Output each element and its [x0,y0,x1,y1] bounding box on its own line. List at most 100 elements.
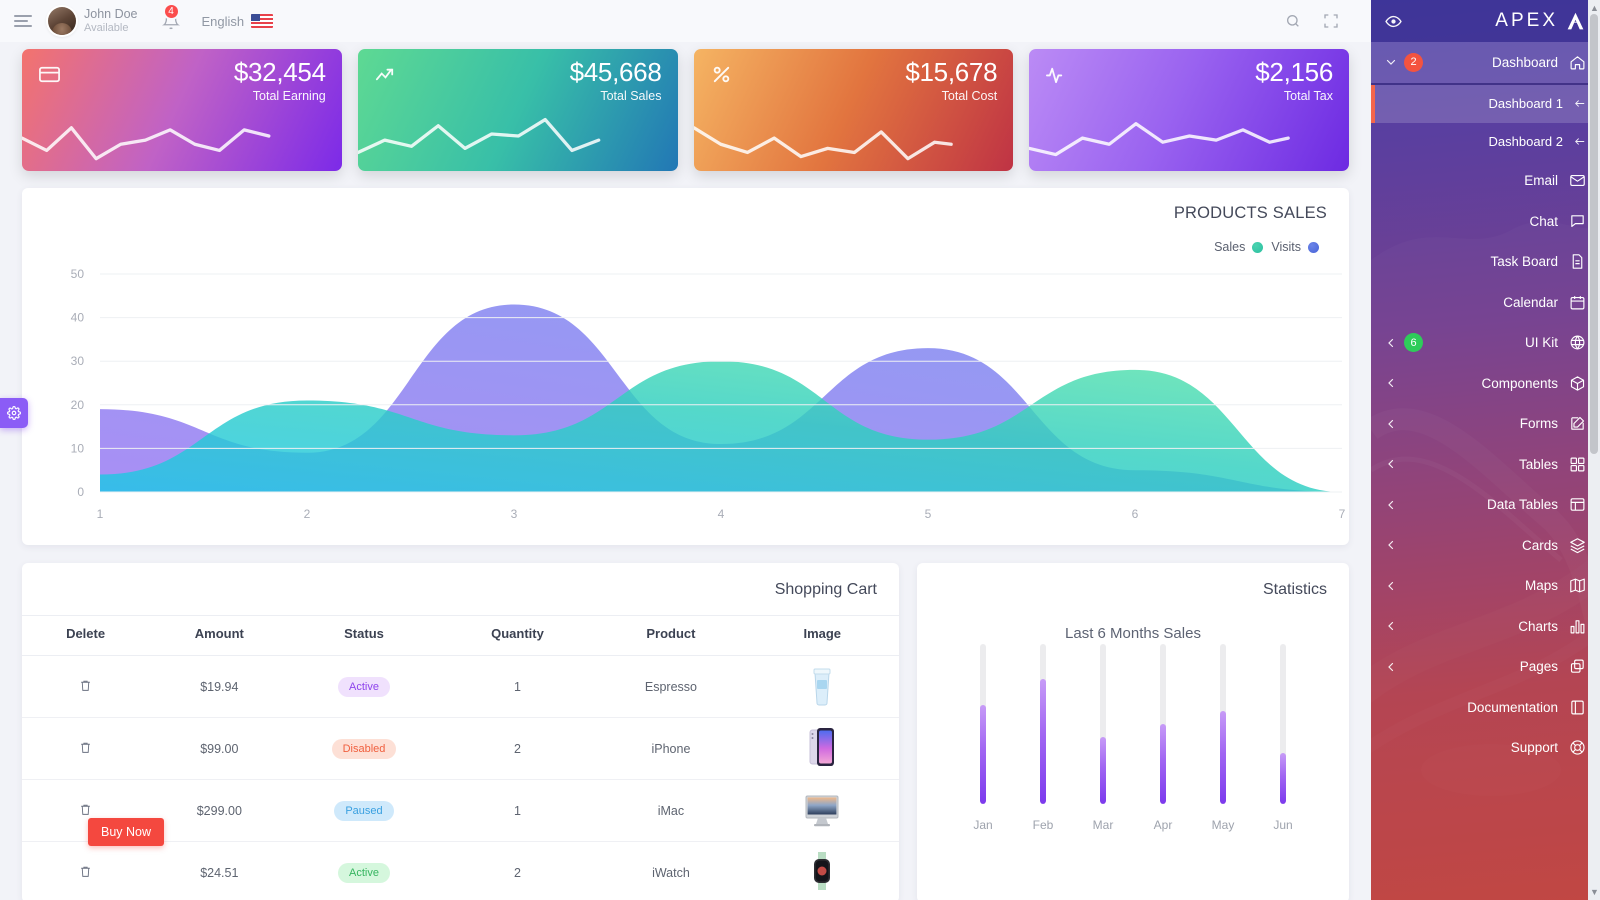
bar-label: Apr [1153,818,1173,832]
sidebar-item-label: Components [1481,375,1558,391]
bar-fill [980,704,986,804]
chevron-left-icon[interactable] [1385,620,1397,632]
bar-column-feb[interactable]: Feb [1023,644,1063,832]
sidebar: APEX 2 Dashboard Dashboard 1 Dashboard 2 Ema… [1371,0,1600,900]
scrollbar-thumb[interactable] [1590,14,1598,454]
sidebar-item-email[interactable]: Email [1371,161,1600,202]
chevron-left-icon[interactable] [1385,337,1397,349]
bar-column-may[interactable]: May [1203,644,1243,832]
products-sales-card: PRODUCTS SALES Sales Visits 0 10 20 30 40 50 1… [22,188,1349,545]
cell-amount: $99.00 [149,717,290,780]
sidebar-item-chat[interactable]: Chat [1371,201,1600,242]
svg-text:10: 10 [71,441,85,455]
stat-card-total-cost[interactable]: $15,678 Total Cost [693,49,1014,171]
sidebar-item-maps[interactable]: Maps [1371,566,1600,607]
scroll-down-arrow[interactable]: ▼ [1590,887,1599,897]
bottom-row: Shopping Cart Delete Amount Status Quant… [0,545,1371,900]
chevron-left-icon[interactable] [1385,418,1397,430]
sidebar-item-documentation[interactable]: Documentation [1371,687,1600,728]
stat-card-total-sales[interactable]: $45,668 Total Sales [357,49,678,171]
legend-item-visits[interactable]: Visits [1271,240,1319,254]
cell-status: Active [289,841,439,900]
bar-column-jun[interactable]: Jun [1263,644,1303,832]
sidebar-item-cards[interactable]: Cards [1371,525,1600,566]
bar-fill [1100,736,1106,804]
sidebar-subitem-dashboard-2[interactable]: Dashboard 2 [1371,123,1600,161]
map-icon [1570,578,1585,593]
legend-item-sales[interactable]: Sales [1214,240,1264,254]
chevron-left-icon[interactable] [1385,499,1397,511]
bar-chart-icon [1570,620,1585,634]
sidebar-item-label: Data Tables [1486,497,1558,513]
sidebar-subitem-dashboard-1[interactable]: Dashboard 1 [1371,84,1600,123]
bar-fill [1040,679,1046,804]
user-block[interactable]: John Doe Available [84,7,138,34]
buy-now-button[interactable]: Buy Now [88,818,165,846]
chevron-left-icon[interactable] [1385,539,1397,551]
cell-image [745,841,899,900]
shopping-cart-table: Delete Amount Status Quantity Product Im… [22,615,899,900]
trash-icon[interactable] [79,864,92,879]
cell-image [745,655,899,718]
column-header-quantity: Quantity [438,615,597,656]
fullscreen-icon[interactable] [1323,13,1339,29]
bar-track [1220,644,1226,804]
sidebar-item-data-tables[interactable]: Data Tables [1371,485,1600,526]
topbar-actions [1285,13,1357,29]
sidebar-item-components[interactable]: Components [1371,363,1600,404]
trash-icon[interactable] [79,740,92,755]
brand[interactable]: APEX [1495,10,1586,32]
sparkline [357,117,601,155]
bar-fill [1220,711,1226,804]
bar-track [1160,644,1166,804]
sidebar-item-calendar[interactable]: Calendar [1371,282,1600,323]
area-chart-plot[interactable]: 0 10 20 30 40 50 1 2 3 4 5 6 7 [22,266,1349,545]
sidebar-subitem-label: Dashboard 2 [1488,134,1563,149]
table-row[interactable]: $19.94 Active 1 Espresso [22,655,899,718]
trash-icon[interactable] [79,678,92,693]
svg-text:3: 3 [511,507,518,521]
cell-image [745,717,899,780]
sidebar-item-task-board[interactable]: Task Board [1371,242,1600,283]
stat-card-total-tax[interactable]: $2,156 Total Tax [1029,49,1349,171]
table-row[interactable]: $99.00 Disabled 2 iPhone [22,717,899,780]
chevron-left-icon[interactable] [1385,580,1397,592]
sidebar-item-charts[interactable]: Charts [1371,606,1600,647]
bar-column-jan[interactable]: Jan [963,644,1003,832]
language-selector[interactable]: English [202,14,274,29]
file-icon [1572,254,1583,270]
bar-column-mar[interactable]: Mar [1083,644,1123,832]
trending-up-icon [375,68,393,81]
sparkline [1029,122,1291,157]
bar-column-apr[interactable]: Apr [1143,644,1183,832]
chevron-left-icon[interactable] [1385,377,1397,389]
eye-icon[interactable] [1385,13,1402,30]
percent-icon [713,66,729,83]
status-badge: Paused [334,800,394,821]
scroll-up-arrow[interactable]: ▲ [1590,3,1599,13]
stat-card-row: $32,454 Total Earning $45,668 Total Sale… [0,42,1371,171]
svg-text:0: 0 [77,485,84,499]
table-row[interactable]: $24.51 Active 2 iWatch [22,841,899,900]
avatar[interactable] [48,7,76,35]
sidebar-item-label: Forms [1519,416,1558,432]
stat-card-total-earning[interactable]: $32,454 Total Earning [22,49,342,171]
sidebar-item-forms[interactable]: Forms [1371,404,1600,445]
sidebar-scrollbar[interactable]: ▲ ▼ [1588,0,1600,900]
trash-icon[interactable] [79,802,92,817]
chevron-down-icon[interactable] [1385,56,1397,68]
sidebar-item-dashboard[interactable]: 2 Dashboard [1371,42,1600,83]
sidebar-item-pages[interactable]: Pages [1371,647,1600,688]
sidebar-item-tables[interactable]: Tables [1371,444,1600,485]
settings-tab-button[interactable] [0,398,28,428]
chevron-left-icon[interactable] [1385,661,1397,673]
sidebar-item-ui-kit[interactable]: 6 UI Kit [1371,323,1600,364]
notifications-button[interactable]: 4 [161,3,180,30]
sidebar-item-support[interactable]: Support [1371,728,1600,769]
cell-amount: $299.00 [149,779,290,842]
search-icon[interactable] [1285,13,1301,29]
svg-text:50: 50 [71,267,85,281]
sidebar-item-label: Task Board [1490,254,1558,270]
chevron-left-icon[interactable] [1385,458,1397,470]
hamburger-icon[interactable] [14,15,34,27]
